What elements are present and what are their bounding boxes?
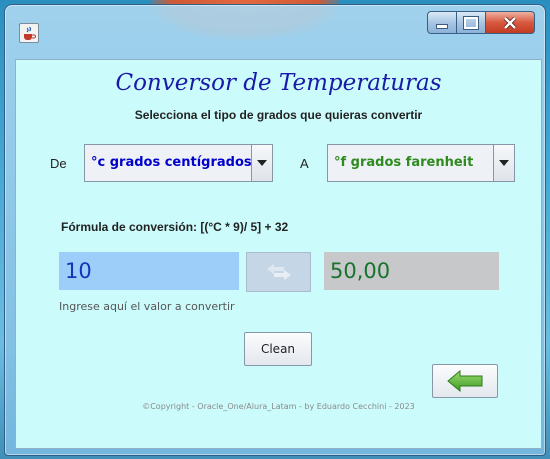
maximize-button[interactable] [457,11,486,34]
from-unit-select[interactable]: °c grados centígrados [84,144,273,182]
maximize-icon [463,15,479,30]
page-title: Conversor de Temperaturas [115,70,442,96]
close-button[interactable] [486,11,535,34]
title-bar[interactable] [5,5,545,47]
page-subtitle: Selecciona el tipo de grados que quieras… [134,108,423,122]
input-hint: Ingrese aquí el valor a convertir [59,300,235,313]
to-unit-select[interactable]: °f grados farenheit [327,144,515,182]
minimize-button[interactable] [427,11,457,34]
from-label: De [50,156,67,171]
from-unit-value: °c grados centígrados [91,155,252,170]
close-icon [503,16,517,29]
swap-arrows-icon [266,264,291,280]
app-window: Conversor de Temperaturas Selecciona el … [4,4,546,456]
to-label: A [300,156,309,171]
temperature-input[interactable] [59,252,239,290]
clean-button[interactable]: Clean [244,332,312,366]
result-output: 50,00 [324,252,499,290]
copyright-text: ©Copyright - Oracle_One/Alura_Latam - by… [142,402,415,411]
converter-panel: Conversor de Temperaturas Selecciona el … [15,59,542,449]
chevron-down-icon[interactable] [251,145,272,181]
to-unit-value: °f grados farenheit [334,155,474,170]
swap-button[interactable] [246,252,311,292]
chevron-down-icon[interactable] [493,145,514,181]
java-coffee-icon [19,23,39,43]
back-arrow-icon [447,369,483,393]
minimize-icon [436,24,448,29]
back-button[interactable] [432,364,498,398]
conversion-formula: Fórmula de conversión: [(°C * 9)/ 5] + 3… [61,220,289,234]
